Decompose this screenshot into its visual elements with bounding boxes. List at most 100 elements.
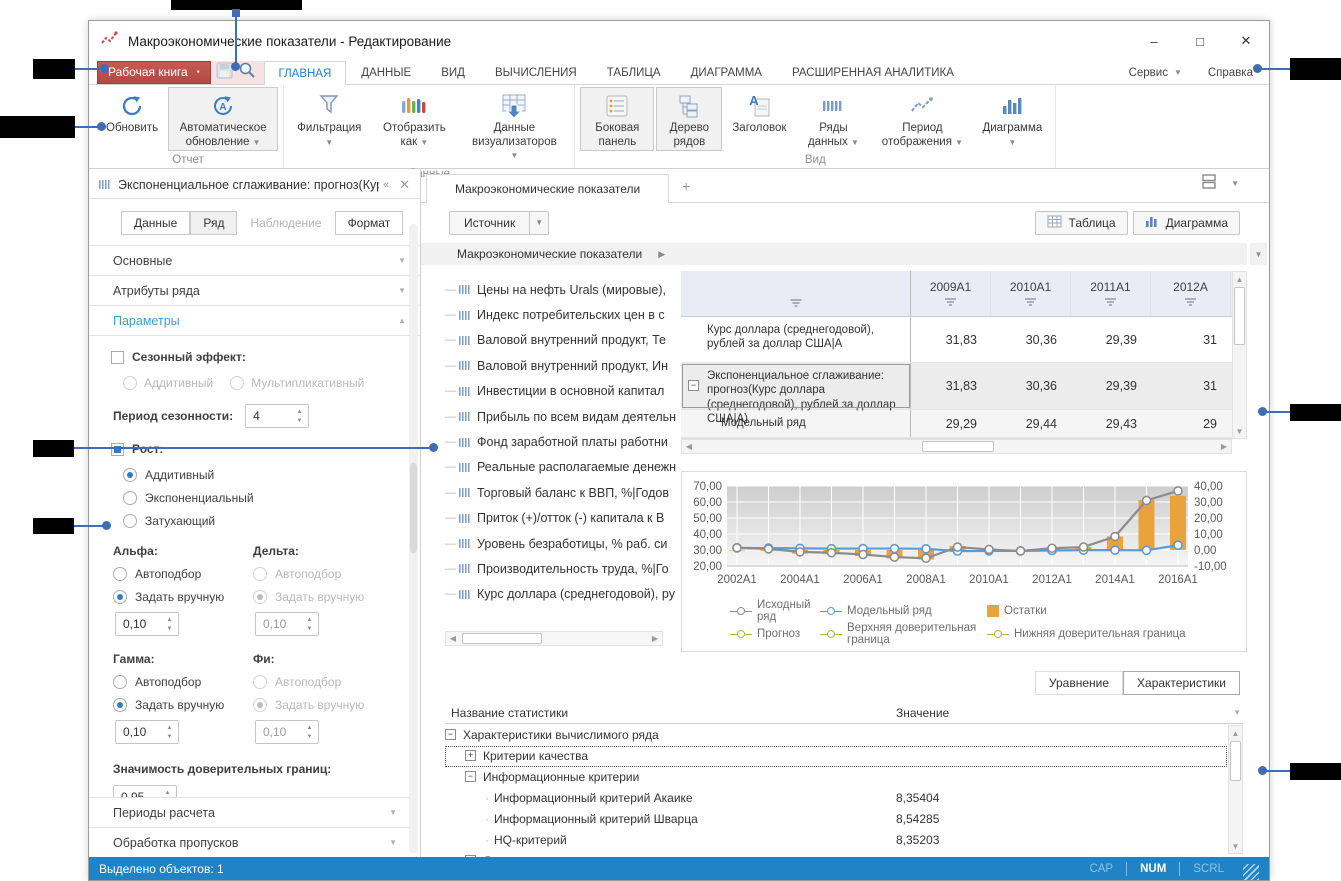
tree-item[interactable]: —Прибыль по всем видам деятельн	[445, 404, 681, 429]
seasonal-multiplicative-radio[interactable]	[230, 376, 244, 390]
save-icon[interactable]	[216, 62, 233, 84]
gamma-auto-radio[interactable]	[113, 675, 127, 689]
breadcrumb[interactable]: Макроэкономические показатели ▶	[421, 243, 1247, 265]
filter-icon[interactable]	[790, 298, 801, 308]
filter-button[interactable]: Фильтрация ▼	[289, 87, 369, 165]
stats-row[interactable]: −Характеристики вычислимого ряда	[445, 725, 1227, 746]
table-cell[interactable]: 29,39	[1071, 317, 1151, 362]
section-missing-values[interactable]: Обработка пропусков ▼	[89, 827, 411, 857]
tree-item[interactable]: —Приток (+)/отток (-) капитала к В	[445, 506, 681, 531]
auto-refresh-button[interactable]: A Автоматическое обновление ▼	[168, 87, 278, 151]
maximize-button[interactable]: □	[1177, 21, 1223, 61]
table-header-name-cell[interactable]	[681, 271, 911, 316]
table-column-header[interactable]: 2010A1	[991, 271, 1071, 316]
scroll-right-icon[interactable]: ▶	[1217, 442, 1231, 451]
legend-item[interactable]: Прогноз	[730, 628, 820, 640]
chart-button[interactable]: Диаграмма ▼	[974, 87, 1050, 151]
spinner-arrows[interactable]: ▲▼	[301, 617, 318, 632]
scroll-left-icon[interactable]: ◀	[446, 634, 460, 643]
phi-spinner[interactable]: 0,10 ▲▼	[255, 720, 319, 744]
help-menu[interactable]: Справка	[1208, 67, 1253, 79]
minimize-button[interactable]: –	[1131, 21, 1177, 61]
alpha-auto-radio[interactable]	[113, 567, 127, 581]
spinner-arrows[interactable]: ▲▼	[161, 725, 178, 740]
growth-damped-radio[interactable]	[123, 514, 137, 528]
chevron-down-icon[interactable]: ▼	[1231, 180, 1239, 188]
spinner-arrows[interactable]: ▲▼	[301, 725, 318, 740]
scroll-up-icon[interactable]: ▲	[1233, 272, 1246, 286]
spinner-arrows[interactable]: ▲▼	[161, 617, 178, 632]
new-tab-button[interactable]: +	[669, 178, 703, 202]
stats-tab-button[interactable]: Уравнение	[1035, 671, 1123, 695]
table-row-name-cell[interactable]: Курс доллара (среднегодовой), рублей за …	[681, 317, 911, 362]
stats-row[interactable]: ·Информационный критерий Акаике8,35404	[445, 788, 1227, 809]
resize-grip-icon[interactable]	[1243, 864, 1259, 880]
side-panel-scrollbar[interactable]	[409, 224, 418, 853]
table-cell[interactable]: 29,39	[1071, 363, 1151, 409]
scroll-left-icon[interactable]: ◀	[682, 442, 696, 451]
chevron-down-icon[interactable]: ▼	[530, 211, 549, 235]
ribbon-tab[interactable]: ДАННЫЕ	[346, 61, 426, 84]
table-row[interactable]: Модельный ряд29,2929,4429,4329	[681, 410, 1232, 438]
scroll-right-icon[interactable]: ▶	[648, 634, 662, 643]
section-calc-periods[interactable]: Периоды расчета ▼	[89, 797, 411, 827]
tree-item[interactable]: —Производительность труда, %|Го	[445, 556, 681, 581]
visualizer-data-button[interactable]: Данные визуализаторов ▼	[459, 87, 569, 165]
table-cell[interactable]: 30,36	[991, 363, 1071, 409]
ribbon-tab[interactable]: ВИД	[426, 61, 480, 84]
close-icon[interactable]: ✕	[399, 177, 410, 193]
table-column-header[interactable]: 2011A1	[1071, 271, 1151, 316]
service-menu[interactable]: Сервис ▼	[1129, 67, 1182, 79]
table-row[interactable]: Курс доллара (среднегодовой), рублей за …	[681, 317, 1232, 363]
panel-tab[interactable]: Данные	[121, 211, 190, 235]
stats-row[interactable]: ·Информационный критерий Шварца8,54285	[445, 809, 1227, 830]
display-as-button[interactable]: Отобразить как ▼	[371, 87, 457, 165]
table-cell[interactable]: 31	[1151, 317, 1231, 362]
table-cell[interactable]: 29	[1151, 410, 1231, 437]
table-view-button[interactable]: Таблица	[1035, 211, 1128, 235]
table-column-header[interactable]: 2009A1	[911, 271, 991, 316]
table-vscrollbar[interactable]: ▲ ▼	[1232, 271, 1247, 439]
phi-manual-radio[interactable]	[253, 698, 267, 712]
chart-view-button[interactable]: Диаграмма	[1133, 211, 1240, 235]
growth-exponential-radio[interactable]	[123, 491, 137, 505]
section-params[interactable]: Параметры ▲	[89, 305, 420, 335]
filter-icon[interactable]	[1025, 297, 1036, 307]
scroll-up-icon[interactable]: ▲	[1229, 726, 1242, 740]
refresh-button[interactable]: Обновить	[98, 87, 166, 151]
spinner-arrows[interactable]: ▲▼	[291, 409, 308, 424]
workbook-menu-button[interactable]: Рабочая книга ▪	[97, 61, 211, 84]
stats-row[interactable]: +Критерии качества	[445, 746, 1227, 767]
display-period-button[interactable]: Период отображения ▼	[872, 87, 972, 151]
table-hscrollbar[interactable]: ◀ ▶	[681, 439, 1232, 454]
layout-icon[interactable]	[1201, 174, 1217, 194]
delta-manual-radio[interactable]	[253, 590, 267, 604]
preview-icon[interactable]	[238, 61, 256, 84]
seasonal-checkbox[interactable]	[111, 351, 124, 364]
data-series-button[interactable]: Ряды данных ▼	[796, 87, 870, 151]
section-attrs[interactable]: Атрибуты ряда ▼	[89, 275, 420, 305]
tree-hscrollbar[interactable]: ◀ ▶	[445, 631, 663, 646]
source-button[interactable]: Источник ▼	[449, 211, 549, 235]
stats-tab-button[interactable]: Характеристики	[1123, 671, 1240, 695]
side-panel-button[interactable]: Боковая панель	[580, 87, 654, 151]
table-column-header[interactable]: 2012A	[1151, 271, 1231, 316]
tree-item[interactable]: —Индекс потребительских цен в с	[445, 302, 681, 327]
series-tree-button[interactable]: Дерево рядов	[656, 87, 722, 151]
scrollbar-thumb[interactable]	[1230, 741, 1241, 781]
table-cell[interactable]: 31,83	[911, 363, 991, 409]
tree-item[interactable]: —Цены на нефть Urals (мировые),	[445, 277, 681, 302]
table-cell[interactable]: 29,44	[991, 410, 1071, 437]
scrollbar-thumb[interactable]	[922, 441, 994, 452]
alpha-manual-radio[interactable]	[113, 590, 127, 604]
document-tab[interactable]: Макроэкономические показатели	[426, 174, 669, 203]
phi-auto-radio[interactable]	[253, 675, 267, 689]
scrollbar-thumb[interactable]	[1234, 287, 1245, 345]
close-button[interactable]: ✕	[1223, 21, 1269, 61]
table-row[interactable]: −Экспоненциальное сглаживание: прогноз(К…	[681, 363, 1232, 410]
stats-row[interactable]: ·HQ-критерий8,35203	[445, 830, 1227, 851]
chevron-down-icon[interactable]: ▼	[1233, 708, 1241, 717]
tree-item[interactable]: —Валовой внутренний продукт, Те	[445, 328, 681, 353]
scroll-down-icon[interactable]: ▼	[1229, 839, 1242, 853]
season-period-spinner[interactable]: 4 ▲▼	[245, 404, 309, 428]
